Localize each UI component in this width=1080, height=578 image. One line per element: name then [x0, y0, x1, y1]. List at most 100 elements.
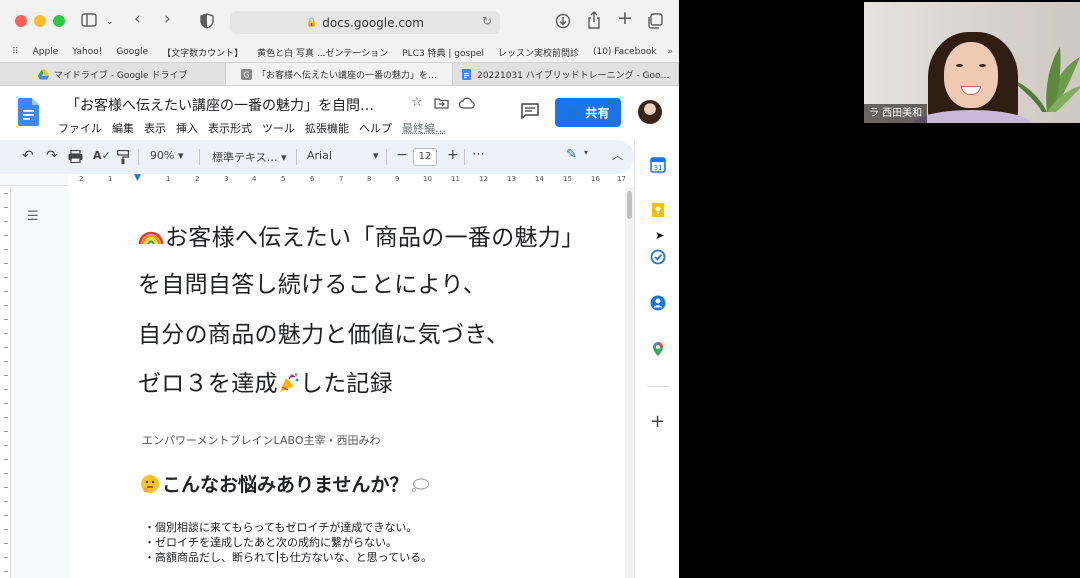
- rainbow-icon: [138, 231, 164, 245]
- document-scrollbar[interactable]: [625, 187, 634, 578]
- docs-logo-icon[interactable]: [18, 98, 39, 126]
- undo-icon[interactable]: ↶: [22, 148, 34, 164]
- menu-help[interactable]: ヘルプ: [359, 120, 392, 136]
- pencil-icon[interactable]: ✎: [566, 147, 577, 162]
- ruler-mark: 8: [367, 175, 372, 183]
- menu-format[interactable]: 表示形式: [208, 120, 252, 136]
- bookmark-item[interactable]: 黄色と白 写真 ...ゼンテーション: [257, 46, 388, 59]
- menu-edit[interactable]: 編集: [112, 120, 134, 136]
- heading-line-4: ゼロ３を達成 した記録: [138, 364, 393, 398]
- ruler-tick: [4, 417, 8, 418]
- calendar-icon[interactable]: 31: [650, 157, 666, 173]
- bookmark-item[interactable]: Google: [116, 47, 148, 57]
- participant-name-label: ラ 西田美和: [864, 104, 928, 123]
- ruler-tick: [4, 445, 8, 446]
- toolbar-divider: [296, 149, 297, 165]
- star-icon[interactable]: ☆: [411, 95, 423, 110]
- tabs-icon[interactable]: [647, 13, 663, 29]
- bookmark-item[interactable]: レッスン実校前問診: [498, 46, 579, 59]
- comment-icon[interactable]: [521, 103, 539, 119]
- ruler-mark: 16: [591, 175, 600, 183]
- chevron-down-icon[interactable]: ▾: [373, 149, 379, 162]
- font-size-input[interactable]: 12: [413, 148, 437, 166]
- tab-label: マイドライブ - Google ドライブ: [53, 70, 188, 81]
- close-window-button[interactable]: [15, 15, 27, 27]
- address-bar[interactable]: 🔒 docs.google.com ↻: [230, 11, 500, 34]
- ruler-tick: [4, 487, 8, 488]
- font-select[interactable]: Arial: [307, 149, 332, 162]
- zoom-select[interactable]: 90% ▾: [150, 149, 183, 162]
- heading-line-3: 自分の商品の魅力と価値に気づき、: [138, 322, 510, 348]
- tab-current-doc[interactable]: G 「お客様へ伝えたい講座の一番の魅力」を…: [226, 63, 453, 85]
- shield-icon[interactable]: [200, 13, 214, 29]
- outline-icon[interactable]: ☰: [27, 209, 39, 224]
- maps-icon[interactable]: [650, 341, 666, 357]
- style-select[interactable]: 標準テキス… ▾: [212, 149, 287, 165]
- minimize-window-button[interactable]: [34, 15, 46, 27]
- ruler-mark: 1: [108, 175, 113, 183]
- ruler-mark: 13: [507, 175, 516, 183]
- tasks-icon[interactable]: [650, 249, 666, 265]
- bookmark-item[interactable]: PLC3 特典 | gospel: [402, 46, 484, 59]
- share-button[interactable]: 👤 共有: [555, 98, 621, 127]
- cloud-icon[interactable]: [459, 97, 475, 109]
- forward-icon[interactable]: ›: [164, 10, 171, 28]
- ruler-mark: 10: [423, 175, 432, 183]
- move-icon[interactable]: [434, 97, 449, 109]
- style-value: 標準テキス…: [212, 151, 278, 164]
- menu-tools[interactable]: ツール: [262, 120, 295, 136]
- tab-training-doc[interactable]: 20221031 ハイブリッドトレーニング - Goo…: [453, 63, 679, 85]
- ruler-mark: 9: [395, 175, 400, 183]
- scrollbar-thumb[interactable]: [627, 191, 632, 219]
- bullet-item: ・個別相談に来てもらってもゼロイチが達成できない。: [144, 521, 418, 534]
- share-label: 共有: [585, 106, 610, 120]
- formatting-toolbar: ↶ ↷ A✓ 90% ▾ 標準テキス… ▾ Arial ▾ − 12 + ⋯ ✎…: [0, 140, 634, 174]
- chevron-down-icon[interactable]: ▾: [584, 148, 588, 157]
- tab-google-drive[interactable]: マイドライブ - Google ドライブ: [0, 63, 227, 85]
- menu-insert[interactable]: 挿入: [176, 120, 198, 136]
- document-page[interactable]: お客様へ伝えたい「商品の一番の魅力」 を自問自答し続けることにより、 自分の商品…: [70, 187, 625, 578]
- paint-format-icon[interactable]: [117, 150, 129, 164]
- new-tab-icon[interactable]: +: [617, 9, 633, 28]
- zoom-window-button[interactable]: [53, 15, 65, 27]
- reload-icon[interactable]: ↻: [482, 14, 492, 28]
- document-title[interactable]: 「お客様へ伝えたい講座の一番の魅力」を自問…: [66, 95, 374, 115]
- document-canvas: ☰ お客様へ伝えたい「商品の一番の魅力」 を自問自答し続けることにより、 自分の…: [0, 187, 634, 578]
- contacts-icon[interactable]: [650, 295, 666, 311]
- last-edit-link[interactable]: 最終編…: [402, 120, 446, 136]
- sidebar-icon[interactable]: [81, 13, 97, 27]
- keep-icon[interactable]: [650, 202, 666, 218]
- menu-file[interactable]: ファイル: [58, 120, 102, 136]
- share-icon[interactable]: [587, 11, 601, 29]
- chevron-right-icon[interactable]: »: [667, 47, 673, 57]
- bookmark-item[interactable]: (10) Facebook: [593, 47, 657, 57]
- back-icon[interactable]: ‹: [134, 10, 141, 28]
- spellcheck-icon[interactable]: A✓: [93, 149, 111, 162]
- print-icon[interactable]: [68, 150, 83, 163]
- chevron-down-icon[interactable]: ⌄: [106, 13, 114, 31]
- docs-header: 「お客様へ伝えたい講座の一番の魅力」を自問… ☆ ファイル 編集 表示 挿入 表…: [0, 86, 679, 140]
- person-icon: 👤: [566, 106, 581, 119]
- mouse-pointer-icon: ➤: [655, 229, 665, 242]
- more-options-button[interactable]: ⋯: [472, 147, 485, 162]
- plus-icon[interactable]: +: [650, 413, 665, 431]
- bookmark-item[interactable]: Apple: [33, 47, 59, 57]
- indent-marker[interactable]: ▼: [134, 173, 141, 183]
- ruler-mark: 5: [281, 175, 286, 183]
- bullet-text: も仕方ないな、と思っている。: [278, 551, 433, 564]
- download-icon[interactable]: [555, 13, 571, 29]
- menu-extensions[interactable]: 拡張機能: [305, 120, 349, 136]
- collapse-toolbar-icon[interactable]: ︿: [612, 147, 623, 163]
- grid-icon[interactable]: ⠿: [12, 47, 19, 57]
- ruler-mark: 3: [224, 175, 229, 183]
- drive-icon: [37, 68, 49, 80]
- participant-video-tile[interactable]: ラ 西田美和: [864, 2, 1080, 123]
- decrease-font-size-button[interactable]: −: [396, 147, 408, 163]
- menu-view[interactable]: 表示: [144, 120, 166, 136]
- increase-font-size-button[interactable]: +: [447, 147, 459, 163]
- bookmark-item[interactable]: Yahoo!: [72, 47, 102, 57]
- redo-icon[interactable]: ↷: [46, 148, 58, 164]
- ruler-tick: [4, 403, 8, 404]
- bookmark-item[interactable]: 【文字数カウント】: [162, 46, 243, 59]
- avatar[interactable]: [638, 100, 662, 124]
